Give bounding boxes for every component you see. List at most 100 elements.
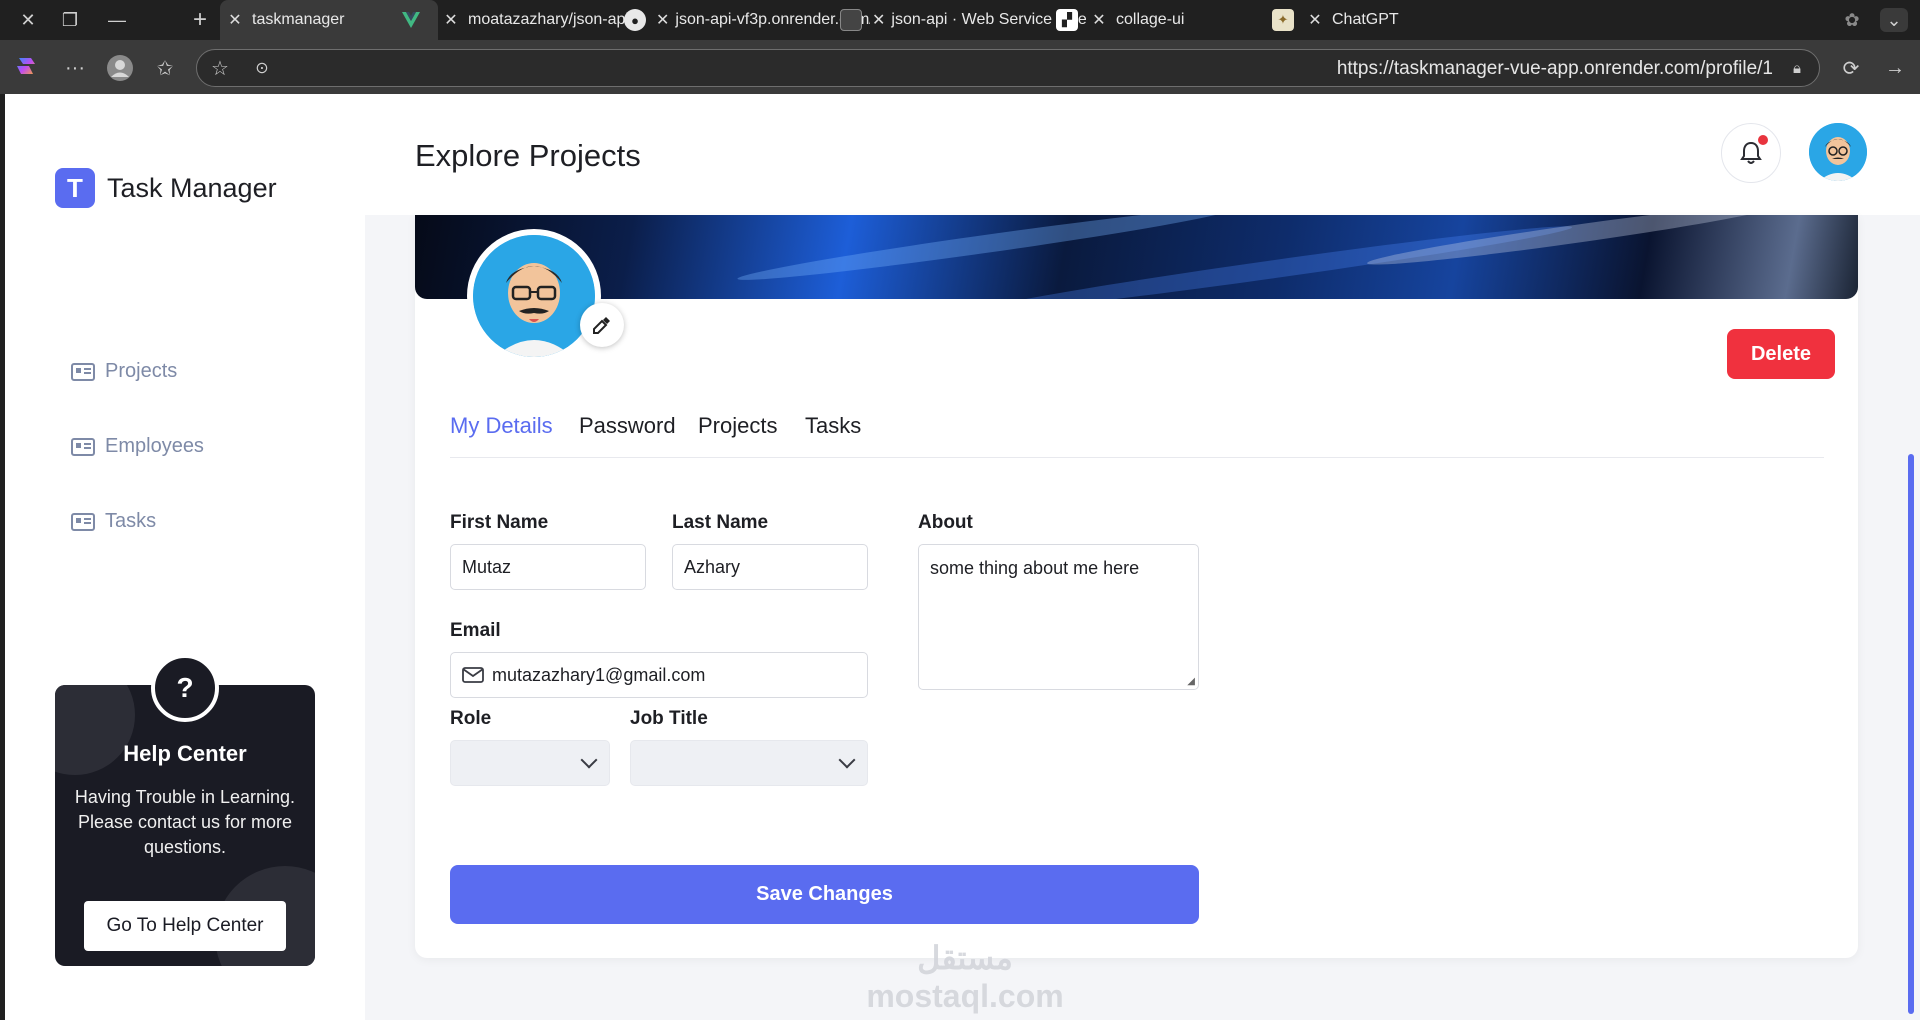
new-tab-icon[interactable]: +: [186, 6, 214, 33]
github-favicon-icon: ●: [624, 9, 646, 31]
site-info-icon[interactable]: ⊙: [251, 57, 273, 79]
resize-handle-icon[interactable]: ◢: [1187, 676, 1195, 687]
app-page: T Task Manager Projects Employees Tasks …: [5, 94, 1920, 1020]
profile-tabs: My Details Password Projects Tasks: [450, 413, 1824, 458]
delete-button[interactable]: Delete: [1727, 329, 1835, 379]
about-text: some thing about me here: [930, 558, 1140, 578]
more-options-icon[interactable]: ···: [60, 53, 90, 83]
first-name-label: First Name: [450, 512, 549, 533]
close-tab-icon[interactable]: ✕: [872, 10, 885, 30]
copilot-icon[interactable]: [12, 53, 42, 83]
sidebar: T Task Manager Projects Employees Tasks …: [5, 94, 365, 1020]
tab-list-chevron-icon[interactable]: ⌄: [1880, 8, 1908, 32]
id-card-icon: [71, 437, 95, 456]
user-avatar[interactable]: [1809, 123, 1867, 181]
profile-icon[interactable]: [104, 52, 136, 84]
tab-my-details[interactable]: My Details: [450, 413, 553, 439]
tab-title: moatazazhary/json-api: [468, 11, 629, 28]
role-label: Role: [450, 708, 492, 729]
profile-banner: [415, 215, 1858, 299]
address-bar[interactable]: ☆ ⊙ https://taskmanager-vue-app.onrender…: [196, 49, 1820, 87]
tab-tasks[interactable]: Tasks: [805, 413, 861, 439]
tab-title: taskmanager: [252, 11, 345, 28]
help-center-text: Having Trouble in Learning. Please conta…: [74, 787, 296, 857]
email-value: mutazazhary1@gmail.com: [492, 664, 706, 685]
refresh-icon[interactable]: ⟳: [1836, 53, 1866, 83]
page-scrollbar[interactable]: [1908, 454, 1914, 1014]
sidebar-item-tasks[interactable]: Tasks: [71, 510, 156, 533]
restore-window-icon[interactable]: ❐: [56, 8, 84, 32]
profile-picture[interactable]: [467, 229, 601, 363]
browser-tab-bar: ✕ ❐ — + ✕ taskmanager ✕ moatazazhary/jso…: [0, 0, 1920, 40]
browser-tab-github[interactable]: ✕ moatazazhary/json-api ●: [440, 0, 654, 40]
watermark-arabic: مستقل: [917, 940, 1013, 976]
browser-tab-collage-ui[interactable]: ✕ collage-ui ✦: [1088, 0, 1302, 40]
sidebar-item-projects[interactable]: Projects: [71, 360, 177, 383]
save-changes-button[interactable]: Save Changes: [450, 865, 1199, 924]
chevron-down-icon: [838, 751, 856, 769]
tab-projects[interactable]: Projects: [698, 413, 777, 439]
avatar: [473, 235, 595, 357]
email-field[interactable]: mutazazhary1@gmail.com: [450, 652, 868, 698]
chatgpt-favicon-icon: ✿: [1844, 9, 1860, 30]
bell-icon: [1740, 141, 1762, 164]
job-title-select[interactable]: [630, 740, 868, 786]
id-card-icon: [71, 512, 95, 531]
forward-arrow-icon[interactable]: →: [1880, 53, 1910, 83]
mail-icon: [462, 667, 484, 683]
browser-tab-taskmanager[interactable]: ✕ taskmanager: [220, 0, 438, 40]
minimize-window-icon[interactable]: —: [103, 8, 131, 32]
page-favicon-icon: [840, 9, 862, 31]
about-label: About: [918, 512, 973, 533]
url-text: https://taskmanager-vue-app.onrender.com…: [1336, 58, 1773, 79]
last-name-field[interactable]: Azhary: [672, 544, 868, 590]
lock-icon[interactable]: 🔒︎: [1787, 58, 1807, 78]
sidebar-item-employees[interactable]: Employees: [71, 435, 204, 458]
sidebar-item-label: Employees: [105, 435, 204, 457]
close-tab-icon[interactable]: ✕: [656, 10, 669, 30]
edit-avatar-button[interactable]: [580, 303, 624, 347]
favorites-icon[interactable]: ✩: [150, 53, 180, 83]
first-name-field[interactable]: Mutaz: [450, 544, 646, 590]
app-logo[interactable]: T Task Manager: [55, 168, 277, 208]
tab-title: ChatGPT: [1332, 11, 1399, 28]
logo-badge: T: [55, 168, 95, 208]
close-tab-icon[interactable]: ✕: [440, 10, 462, 30]
tab-title: collage-ui: [1116, 11, 1185, 28]
browser-tab-render[interactable]: ✕ json-api · Web Service · Ren ▞: [872, 0, 1086, 40]
email-label: Email: [450, 620, 501, 641]
help-question-icon: ?: [151, 654, 219, 722]
top-header: Explore Projects: [365, 94, 1920, 215]
close-tab-icon[interactable]: ✕: [1304, 10, 1326, 30]
collage-favicon-icon: ✦: [1272, 9, 1294, 31]
chevron-down-icon: [580, 751, 598, 769]
go-to-help-center-button[interactable]: Go To Help Center: [84, 901, 286, 951]
eyedropper-icon: [593, 317, 610, 334]
help-center-title: Help Center: [123, 741, 247, 766]
vue-favicon-icon: [400, 9, 422, 31]
sidebar-item-label: Projects: [105, 360, 178, 382]
browser-tab-json-api[interactable]: ✕ json-api-vf3p.onrender.com/: [656, 0, 870, 40]
role-select[interactable]: [450, 740, 610, 786]
profile-card: Delete My Details Password Projects Task…: [415, 215, 1858, 958]
last-name-label: Last Name: [672, 512, 769, 533]
id-card-icon: [71, 362, 95, 381]
close-tab-icon[interactable]: ✕: [1088, 10, 1110, 30]
watermark-latin: mostaql.com: [866, 978, 1064, 1014]
job-title-label: Job Title: [630, 708, 708, 729]
notification-dot: [1758, 135, 1768, 145]
app-name: Task Manager: [107, 172, 277, 203]
mostaql-watermark: مستقل mostaql.com: [850, 939, 1080, 1015]
browser-tab-chatgpt[interactable]: ✕ ChatGPT: [1304, 0, 1518, 40]
close-tab-icon[interactable]: ✕: [224, 10, 246, 30]
render-favicon-icon: ▞: [1056, 9, 1078, 31]
tab-password[interactable]: Password: [579, 413, 676, 439]
close-window-icon[interactable]: ✕: [14, 8, 42, 32]
about-textarea[interactable]: some thing about me here ◢: [918, 544, 1199, 690]
page-title: Explore Projects: [415, 138, 641, 173]
help-center-card: Help Center Having Trouble in Learning. …: [55, 685, 315, 966]
notifications-button[interactable]: [1721, 123, 1781, 183]
sidebar-item-label: Tasks: [105, 510, 157, 532]
browser-toolbar: ··· ✩ ☆ ⊙ https://taskmanager-vue-app.on…: [0, 40, 1920, 94]
add-favorite-star-icon[interactable]: ☆: [209, 57, 231, 80]
